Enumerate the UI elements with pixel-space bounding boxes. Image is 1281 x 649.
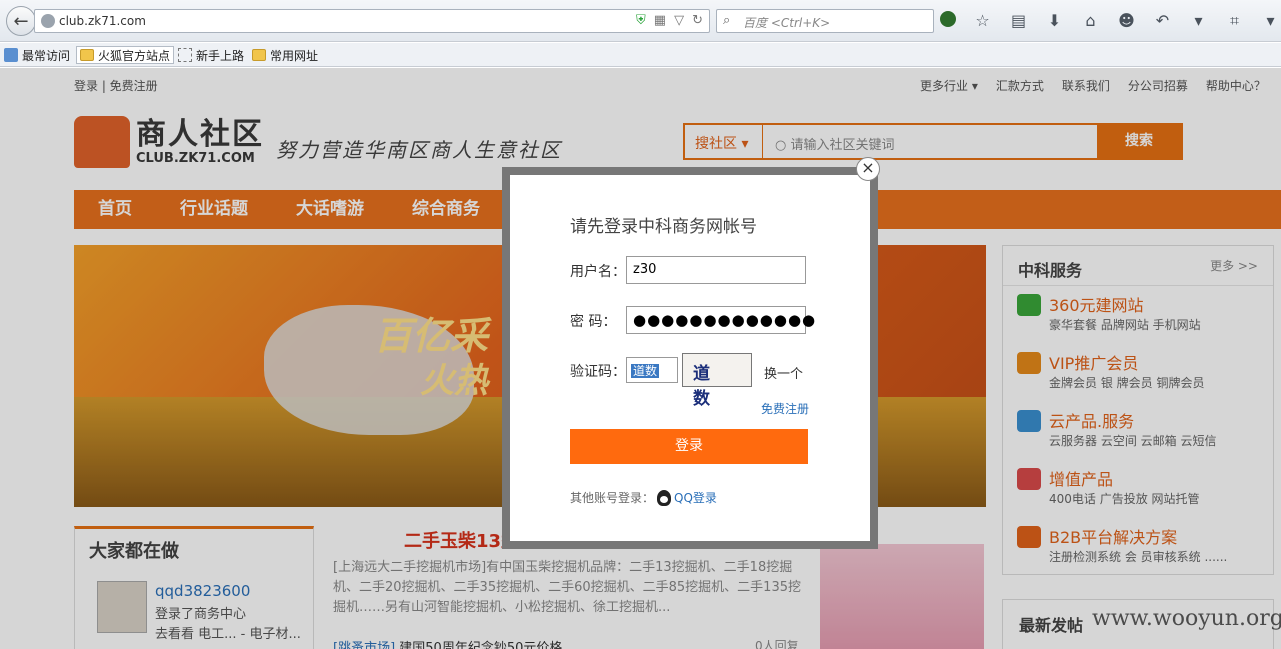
bookmark-getting-started[interactable]: 新手上路: [178, 46, 244, 64]
reader-icon[interactable]: ▤: [1009, 11, 1028, 31]
modal-title: 请先登录中科商务网帐号: [570, 217, 757, 237]
captcha-image[interactable]: 道数: [682, 353, 752, 409]
search-bar[interactable]: ⌕ 百度 <Ctrl+K>: [716, 9, 934, 33]
qq-icon[interactable]: [657, 489, 672, 506]
download-icon[interactable]: ⬇: [1045, 11, 1064, 31]
bookmark-most-visited[interactable]: 最常访问: [4, 46, 70, 64]
register-link[interactable]: 免费注册: [761, 400, 809, 417]
globe-icon: [41, 14, 55, 28]
qq-login-link[interactable]: QQ登录: [674, 489, 717, 506]
reload-icon[interactable]: ↻: [692, 13, 703, 28]
bookmarks-bar: 最常访问 火狐官方站点 新手上路 常用网址: [0, 43, 1281, 67]
browser-toolbar: ← club.zk71.com ⛨ ▦ ▽ ↻ ⌕ 百度 <Ctrl+K> ☆ …: [0, 0, 1281, 42]
third-party-login: 其他账号登录： QQ登录: [570, 489, 717, 506]
login-button[interactable]: 登录: [570, 429, 808, 464]
chat-icon[interactable]: ☻: [1117, 11, 1136, 31]
close-button[interactable]: ×: [856, 157, 880, 181]
refresh-captcha-link[interactable]: 换一个: [764, 363, 803, 382]
qr-code-icon[interactable]: ▦: [654, 13, 666, 28]
captcha-label: 验证码：: [570, 364, 626, 380]
search-icon: ⌕: [723, 13, 731, 28]
star-icon[interactable]: ☆: [973, 11, 992, 31]
bookmark-firefox-site[interactable]: 火狐官方站点: [76, 46, 175, 64]
login-modal: 请先登录中科商务网帐号 用户名： z30 密 码： ●●●●●●●●●●●●● …: [510, 175, 870, 541]
back-button[interactable]: ←: [6, 6, 36, 36]
folder-icon: [252, 49, 266, 61]
folder-icon: [80, 49, 94, 61]
menu-arrow-icon-2[interactable]: ▾: [1261, 11, 1280, 31]
username-field[interactable]: z30: [626, 256, 806, 284]
back-arrow-icon: ←: [13, 10, 29, 32]
third-party-label: 其他账号登录：: [570, 491, 655, 505]
password-field[interactable]: ●●●●●●●●●●●●●: [626, 306, 815, 334]
menu-arrow-icon[interactable]: ▾: [1189, 11, 1208, 31]
page-icon: [178, 48, 192, 62]
dropdown-icon[interactable]: ▽: [674, 13, 684, 28]
crop-icon[interactable]: ⌗: [1225, 11, 1244, 31]
undo-icon[interactable]: ↶: [1153, 11, 1172, 31]
url-text[interactable]: club.zk71.com: [59, 14, 146, 28]
bookmark-common-sites[interactable]: 常用网址: [252, 46, 318, 64]
watermark: www.wooyun.org: [1092, 606, 1281, 631]
captcha-field[interactable]: 道数: [626, 357, 678, 383]
url-bar[interactable]: club.zk71.com ⛨ ▦ ▽ ↻: [34, 9, 710, 33]
page-icon: [4, 48, 18, 62]
username-label: 用户名：: [570, 264, 626, 280]
search-placeholder: 百度 <Ctrl+K>: [743, 16, 831, 30]
home-icon[interactable]: ⌂: [1081, 11, 1100, 31]
password-label: 密 码：: [570, 314, 617, 330]
shield-icon[interactable]: ⛨: [636, 13, 646, 28]
extension-icon[interactable]: [940, 11, 956, 27]
